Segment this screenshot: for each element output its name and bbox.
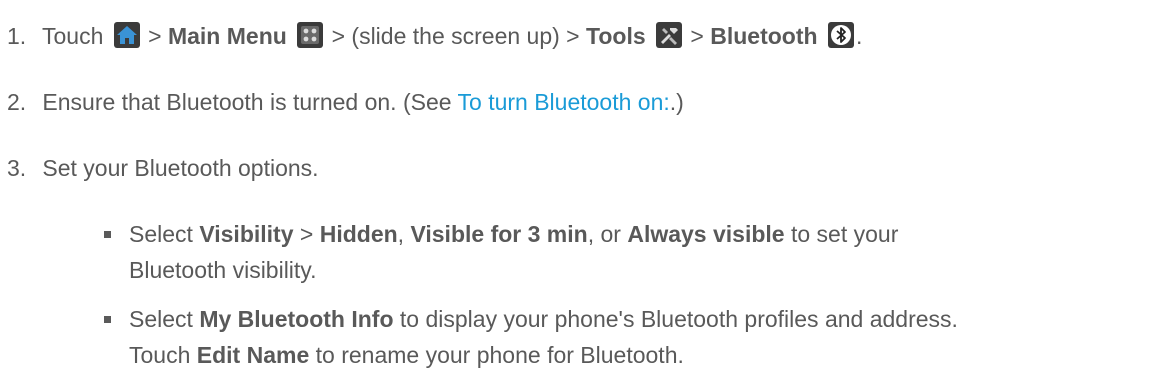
step-number: 3. bbox=[7, 155, 27, 181]
edit-name-label: Edit Name bbox=[196, 342, 310, 368]
instruction-document: 1. Touch > Main Menu > (slide the screen… bbox=[0, 0, 1164, 390]
text: Touch bbox=[129, 342, 197, 368]
bullet-line: Touch Edit Name to rename your phone for… bbox=[129, 337, 684, 373]
always-visible-label: Always visible bbox=[627, 221, 785, 247]
tools-icon bbox=[656, 22, 683, 48]
text: > bbox=[293, 221, 320, 247]
bluetooth-icon bbox=[827, 22, 854, 48]
separator: > (slide the screen up) > bbox=[331, 23, 580, 49]
my-bluetooth-info-label: My Bluetooth Info bbox=[199, 306, 394, 332]
step-1-touch: Touch bbox=[41, 23, 104, 49]
turn-bluetooth-on-link[interactable]: To turn Bluetooth on: bbox=[458, 89, 670, 115]
step-number: 1. bbox=[7, 23, 27, 49]
text: to rename your phone for Bluetooth. bbox=[309, 342, 684, 368]
bullet-marker bbox=[104, 231, 111, 238]
bullet-marker bbox=[104, 316, 111, 323]
text: , or bbox=[587, 221, 628, 247]
text: , bbox=[397, 221, 411, 247]
main-menu-label: Main Menu bbox=[167, 23, 287, 49]
step-1: 1. Touch > Main Menu > (slide the screen… bbox=[7, 22, 862, 50]
bullet-item-bluetooth-info: Select My Bluetooth Info to display your… bbox=[104, 301, 1154, 381]
visibility-label: Visibility bbox=[199, 221, 294, 247]
step-2-text-before: Ensure that Bluetooth is turned on. (See bbox=[42, 89, 458, 115]
step-3: 3. Set your Bluetooth options. bbox=[7, 154, 319, 182]
bullet-line: Select My Bluetooth Info to display your… bbox=[129, 301, 958, 337]
text: to display your phone's Bluetooth profil… bbox=[393, 306, 958, 332]
step-2-text-after: .) bbox=[669, 89, 684, 115]
separator: > bbox=[148, 23, 162, 49]
tools-label: Tools bbox=[586, 23, 646, 49]
visible-3-min-label: Visible for 3 min bbox=[410, 221, 588, 247]
hidden-label: Hidden bbox=[319, 221, 398, 247]
home-icon bbox=[113, 22, 140, 48]
step-1-end: . bbox=[855, 23, 863, 49]
text: Select bbox=[129, 306, 200, 332]
step-number: 2. bbox=[7, 89, 27, 115]
bullet-line: Select Visibility > Hidden, Visible for … bbox=[129, 216, 898, 252]
text: Select bbox=[129, 221, 200, 247]
separator: > bbox=[690, 23, 704, 49]
bullet-item-visibility: Select Visibility > Hidden, Visible for … bbox=[104, 216, 1154, 296]
bullet-line: Bluetooth visibility. bbox=[129, 257, 317, 283]
bluetooth-label: Bluetooth bbox=[710, 23, 818, 49]
step-2: 2. Ensure that Bluetooth is turned on. (… bbox=[7, 88, 684, 116]
main-menu-icon bbox=[297, 22, 324, 48]
text: to set your bbox=[784, 221, 899, 247]
step-3-text: Set your Bluetooth options. bbox=[42, 155, 319, 181]
